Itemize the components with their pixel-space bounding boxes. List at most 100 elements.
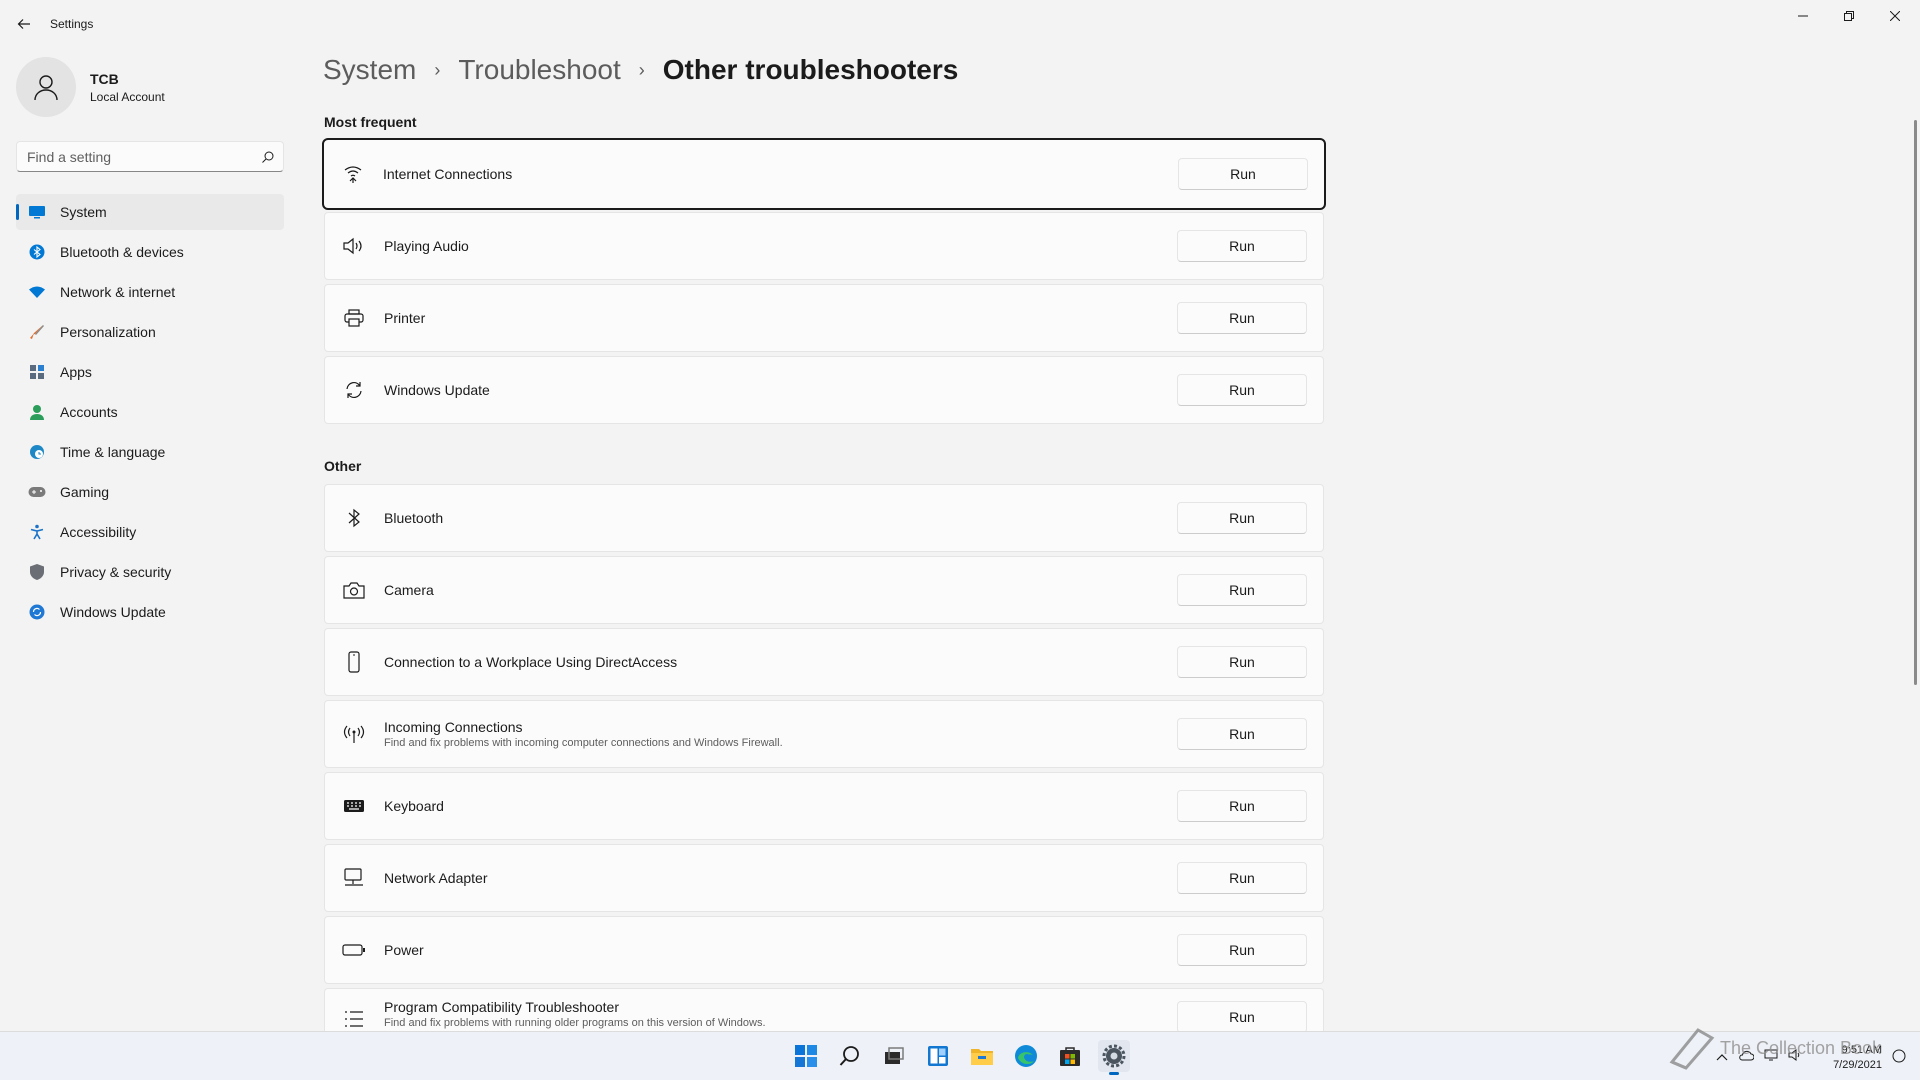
person-icon xyxy=(28,403,46,421)
search-box[interactable] xyxy=(16,141,284,172)
run-button[interactable]: Run xyxy=(1177,1001,1307,1031)
sidebar-item-apps[interactable]: Apps xyxy=(16,354,284,390)
apps-icon xyxy=(28,363,46,381)
profile-name: TCB xyxy=(90,70,119,87)
wifi-signal-icon xyxy=(341,162,365,186)
troubleshooter-description: Find and fix problems with running older… xyxy=(384,1017,766,1029)
run-button[interactable]: Run xyxy=(1177,302,1307,334)
run-button[interactable]: Run xyxy=(1177,934,1307,966)
sidebar-item-personalization[interactable]: Personalization xyxy=(16,314,284,350)
brush-icon xyxy=(28,323,46,341)
sidebar-item-label: Bluetooth & devices xyxy=(60,244,184,260)
display-icon xyxy=(28,203,46,221)
section-title-most-frequent: Most frequent xyxy=(324,114,417,130)
active-app-indicator xyxy=(1109,1072,1119,1075)
run-button[interactable]: Run xyxy=(1177,862,1307,894)
sidebar-item-gaming[interactable]: Gaming xyxy=(16,474,284,510)
sidebar-item-label: Time & language xyxy=(60,444,166,460)
close-button[interactable] xyxy=(1872,0,1918,32)
minimize-icon xyxy=(1798,15,1808,17)
run-button[interactable]: Run xyxy=(1177,374,1307,406)
troubleshooter-internet-connections: Internet Connections Run xyxy=(322,138,1326,210)
troubleshooter-title: Keyboard xyxy=(384,798,444,814)
troubleshooter-title: Internet Connections xyxy=(383,166,513,182)
troubleshooter-title: Bluetooth xyxy=(384,510,444,526)
breadcrumb-troubleshoot[interactable]: Troubleshoot xyxy=(458,54,620,86)
book-icon xyxy=(1669,1028,1715,1070)
back-button[interactable] xyxy=(12,12,36,36)
sidebar-item-label: Network & internet xyxy=(60,284,176,300)
troubleshooter-network-adapter: Network Adapter Run xyxy=(324,844,1324,912)
troubleshooter-incoming-connections: Incoming Connections Find and fix proble… xyxy=(324,700,1324,768)
restore-icon xyxy=(1844,11,1854,21)
minimize-button[interactable] xyxy=(1780,0,1826,32)
search-input[interactable] xyxy=(17,148,253,165)
accessibility-icon xyxy=(28,523,46,541)
refresh-icon xyxy=(28,603,46,621)
taskbar: 9:51 AM 7/29/2021 xyxy=(0,1031,1920,1080)
run-button[interactable]: Run xyxy=(1177,502,1307,534)
widgets-icon[interactable] xyxy=(922,1040,954,1072)
sidebar-item-bluetooth[interactable]: Bluetooth & devices xyxy=(16,234,284,270)
troubleshooter-power: Power Run xyxy=(324,916,1324,984)
search-icon[interactable] xyxy=(834,1040,866,1072)
troubleshooter-windows-update: Windows Update Run xyxy=(324,356,1324,424)
troubleshooter-title: Power xyxy=(384,942,424,958)
scrollbar[interactable] xyxy=(1914,120,1917,685)
sidebar-item-accessibility[interactable]: Accessibility xyxy=(16,514,284,550)
sidebar-item-time-language[interactable]: Time & language xyxy=(16,434,284,470)
troubleshooter-title: Windows Update xyxy=(384,382,490,398)
bluetooth-icon xyxy=(28,243,46,261)
store-icon[interactable] xyxy=(1054,1040,1086,1072)
breadcrumb-system[interactable]: System xyxy=(323,54,416,86)
search-icon[interactable] xyxy=(253,151,283,163)
task-view-icon[interactable] xyxy=(877,1040,909,1072)
sidebar-item-windows-update[interactable]: Windows Update xyxy=(16,594,284,630)
list-icon xyxy=(342,1007,366,1031)
restore-button[interactable] xyxy=(1826,0,1872,32)
antenna-icon xyxy=(342,722,366,746)
globe-clock-icon xyxy=(28,443,46,461)
settings-icon[interactable] xyxy=(1098,1040,1130,1075)
sidebar-item-privacy[interactable]: Privacy & security xyxy=(16,554,284,590)
sidebar-item-system[interactable]: System xyxy=(16,194,284,230)
sidebar-item-accounts[interactable]: Accounts xyxy=(16,394,284,430)
monitor-network-icon xyxy=(342,866,366,890)
run-button[interactable]: Run xyxy=(1177,790,1307,822)
troubleshooter-title: Network Adapter xyxy=(384,870,488,886)
run-button[interactable]: Run xyxy=(1177,230,1307,262)
troubleshooter-description: Find and fix problems with incoming comp… xyxy=(384,737,783,749)
sidebar-item-label: Privacy & security xyxy=(60,564,172,580)
troubleshooter-title: Printer xyxy=(384,310,426,326)
notification-icon[interactable] xyxy=(1892,1049,1906,1068)
troubleshooter-program-compatibility: Program Compatibility Troubleshooter Fin… xyxy=(324,988,1324,1031)
sidebar-item-label: Gaming xyxy=(60,484,110,500)
start-icon[interactable] xyxy=(790,1040,822,1072)
sidebar-item-label: Personalization xyxy=(60,324,156,340)
avatar xyxy=(16,57,76,117)
breadcrumb: System › Troubleshoot › Other troublesho… xyxy=(323,54,958,86)
user-profile[interactable]: TCB Local Account xyxy=(16,56,165,118)
troubleshooter-bluetooth: Bluetooth Run xyxy=(324,484,1324,552)
run-button[interactable]: Run xyxy=(1177,646,1307,678)
troubleshooter-title: Playing Audio xyxy=(384,238,469,254)
person-avatar-icon xyxy=(34,75,58,101)
wifi-icon xyxy=(28,283,46,301)
chevron-right-icon: › xyxy=(434,59,441,80)
sidebar-item-network[interactable]: Network & internet xyxy=(16,274,284,310)
edge-icon[interactable] xyxy=(1010,1040,1042,1072)
sidebar-nav: System Bluetooth & devices Network & int… xyxy=(16,194,284,634)
troubleshooter-printer: Printer Run xyxy=(324,284,1324,352)
bluetooth-icon xyxy=(342,506,366,530)
watermark-text: The Collection Book xyxy=(1720,1037,1882,1058)
troubleshooter-playing-audio: Playing Audio Run xyxy=(324,212,1324,280)
back-arrow-icon xyxy=(17,19,30,29)
run-button[interactable]: Run xyxy=(1177,574,1307,606)
file-explorer-icon[interactable] xyxy=(966,1040,998,1072)
run-button[interactable]: Run xyxy=(1178,158,1308,190)
troubleshooter-camera: Camera Run xyxy=(324,556,1324,624)
run-button[interactable]: Run xyxy=(1177,718,1307,750)
keyboard-icon xyxy=(342,794,366,818)
speaker-icon xyxy=(342,234,366,258)
settings-window: Settings TCB Local Account System xyxy=(0,0,1920,1031)
